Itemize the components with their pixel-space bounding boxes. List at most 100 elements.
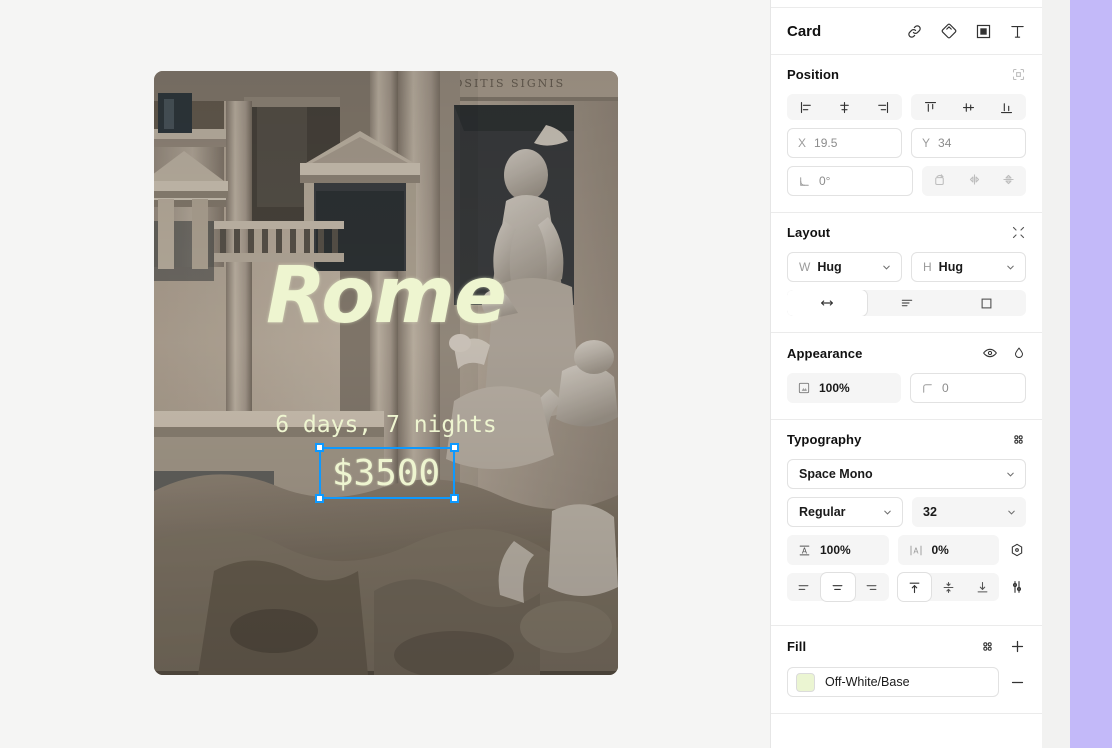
link-icon[interactable] bbox=[906, 23, 923, 40]
fill-header-icons bbox=[980, 638, 1026, 655]
x-position-input[interactable]: X 19.5 bbox=[787, 128, 902, 158]
align-middle-vertical-icon[interactable] bbox=[949, 94, 987, 120]
layout-mode-row bbox=[787, 290, 1026, 316]
layout-title: Layout bbox=[787, 225, 831, 240]
chevron-down-icon bbox=[882, 507, 893, 518]
font-size-select[interactable]: 32 bbox=[912, 497, 1026, 527]
minus-icon[interactable] bbox=[1009, 674, 1026, 691]
component-icon[interactable] bbox=[940, 22, 958, 40]
appearance-header: Appearance bbox=[787, 345, 1026, 361]
y-position-input[interactable]: Y 34 bbox=[911, 128, 1026, 158]
align-bottom-icon[interactable] bbox=[988, 94, 1026, 120]
typography-title: Typography bbox=[787, 432, 862, 447]
card-duration-text[interactable]: 6 days, 7 nights bbox=[154, 412, 618, 438]
fill-style-chip[interactable]: Off-White/Base bbox=[787, 667, 999, 697]
absolute-position-icon[interactable] bbox=[1011, 67, 1026, 82]
style-dots-icon[interactable] bbox=[980, 639, 995, 654]
chevron-down-icon bbox=[1005, 262, 1016, 273]
typography-section: Typography Space Mono Regular 32 A 100% … bbox=[771, 420, 1042, 626]
panel-top-divider bbox=[771, 0, 1042, 8]
card-artboard[interactable]: POSITIS SIGNIS bbox=[154, 71, 618, 675]
fill-section: Fill Off-White/Base bbox=[771, 626, 1042, 714]
font-weight-value: Regular bbox=[799, 505, 846, 519]
style-dots-icon[interactable] bbox=[1011, 432, 1026, 447]
size-row: W Hug H Hug bbox=[787, 252, 1026, 282]
width-value: Hug bbox=[817, 260, 842, 274]
text-valign-top-icon[interactable] bbox=[897, 573, 932, 601]
svg-text:A: A bbox=[913, 546, 919, 555]
plus-icon[interactable] bbox=[1009, 638, 1026, 655]
frame-icon[interactable] bbox=[975, 23, 992, 40]
card-price-text[interactable]: $3500 bbox=[154, 453, 618, 494]
typography-header: Typography bbox=[787, 432, 1026, 447]
letter-spacing-input[interactable]: A 0% bbox=[897, 535, 999, 565]
align-right-icon[interactable] bbox=[864, 94, 902, 120]
collapse-icon[interactable] bbox=[1011, 225, 1026, 240]
transform-group bbox=[922, 166, 1026, 196]
text-align-center-icon[interactable] bbox=[820, 573, 855, 601]
height-value: Hug bbox=[938, 260, 963, 274]
appearance-section: Appearance 100% 0 bbox=[771, 333, 1042, 420]
blend-mode-icon[interactable] bbox=[1012, 346, 1026, 360]
text-align-right-icon[interactable] bbox=[855, 573, 889, 601]
text-valign-middle-icon[interactable] bbox=[931, 573, 965, 601]
text-align-horizontal-group bbox=[787, 573, 889, 601]
layout-section: Layout W Hug H Hug bbox=[771, 213, 1042, 333]
line-height-icon: A bbox=[797, 543, 812, 558]
font-weight-select[interactable]: Regular bbox=[787, 497, 903, 527]
opacity-value: 100% bbox=[819, 381, 850, 395]
align-top-icon[interactable] bbox=[911, 94, 949, 120]
align-center-horizontal-icon[interactable] bbox=[825, 94, 863, 120]
corner-radius-input[interactable]: 0 bbox=[910, 373, 1026, 403]
fill-title: Fill bbox=[787, 639, 807, 654]
position-section: Position X 19.5 Y 34 0° bbox=[771, 55, 1042, 213]
text-align-left-icon[interactable] bbox=[787, 573, 821, 601]
align-left-icon[interactable] bbox=[787, 94, 825, 120]
horizontal-align-group bbox=[787, 94, 902, 120]
visibility-eye-icon[interactable] bbox=[982, 345, 998, 361]
font-family-select[interactable]: Space Mono bbox=[787, 459, 1026, 489]
rotate-icon[interactable] bbox=[922, 166, 957, 192]
text-style-icon[interactable] bbox=[1008, 542, 1026, 558]
layout-header: Layout bbox=[787, 225, 1026, 240]
x-value: 19.5 bbox=[814, 136, 838, 150]
appearance-header-icons bbox=[982, 345, 1026, 361]
vertical-align-group bbox=[911, 94, 1026, 120]
align-buttons-row bbox=[787, 94, 1026, 120]
fill-style-name: Off-White/Base bbox=[825, 675, 910, 689]
width-label: W bbox=[799, 260, 811, 274]
x-label: X bbox=[798, 136, 807, 150]
object-header-section: Card bbox=[771, 8, 1042, 55]
text-icon[interactable] bbox=[1009, 23, 1026, 40]
letter-spacing-icon: A bbox=[908, 543, 924, 558]
clip-content-icon[interactable] bbox=[946, 290, 1026, 316]
font-style-row: Regular 32 bbox=[787, 497, 1026, 527]
y-label: Y bbox=[922, 136, 931, 150]
object-name: Card bbox=[787, 22, 822, 40]
horizontal-resize-icon[interactable] bbox=[787, 290, 867, 316]
rotation-row: 0° bbox=[787, 166, 1026, 196]
width-select[interactable]: W Hug bbox=[787, 252, 902, 282]
line-height-input[interactable]: A 100% bbox=[787, 535, 889, 565]
corner-radius-value: 0 bbox=[942, 381, 949, 395]
appearance-title: Appearance bbox=[787, 345, 863, 361]
opacity-input[interactable]: 100% bbox=[787, 373, 901, 403]
type-settings-icon[interactable] bbox=[1008, 579, 1026, 595]
text-align-row bbox=[787, 573, 1026, 601]
text-lines-icon[interactable] bbox=[867, 290, 947, 316]
fill-header: Fill bbox=[787, 638, 1026, 655]
rotation-input[interactable]: 0° bbox=[787, 166, 913, 196]
canvas-area[interactable]: POSITIS SIGNIS bbox=[0, 0, 770, 748]
font-family-value: Space Mono bbox=[799, 467, 873, 481]
height-select[interactable]: H Hug bbox=[911, 252, 1026, 282]
flip-vertical-icon[interactable] bbox=[991, 166, 1026, 192]
flip-horizontal-icon[interactable] bbox=[957, 166, 992, 192]
fill-color-swatch[interactable] bbox=[796, 672, 815, 692]
card-destination-title[interactable]: Rome bbox=[154, 257, 618, 335]
height-label: H bbox=[923, 260, 932, 274]
font-size-value: 32 bbox=[923, 505, 937, 519]
rotation-value: 0° bbox=[819, 174, 831, 188]
text-valign-bottom-icon[interactable] bbox=[965, 573, 999, 601]
xy-row: X 19.5 Y 34 bbox=[787, 128, 1026, 158]
opacity-icon bbox=[797, 381, 811, 395]
